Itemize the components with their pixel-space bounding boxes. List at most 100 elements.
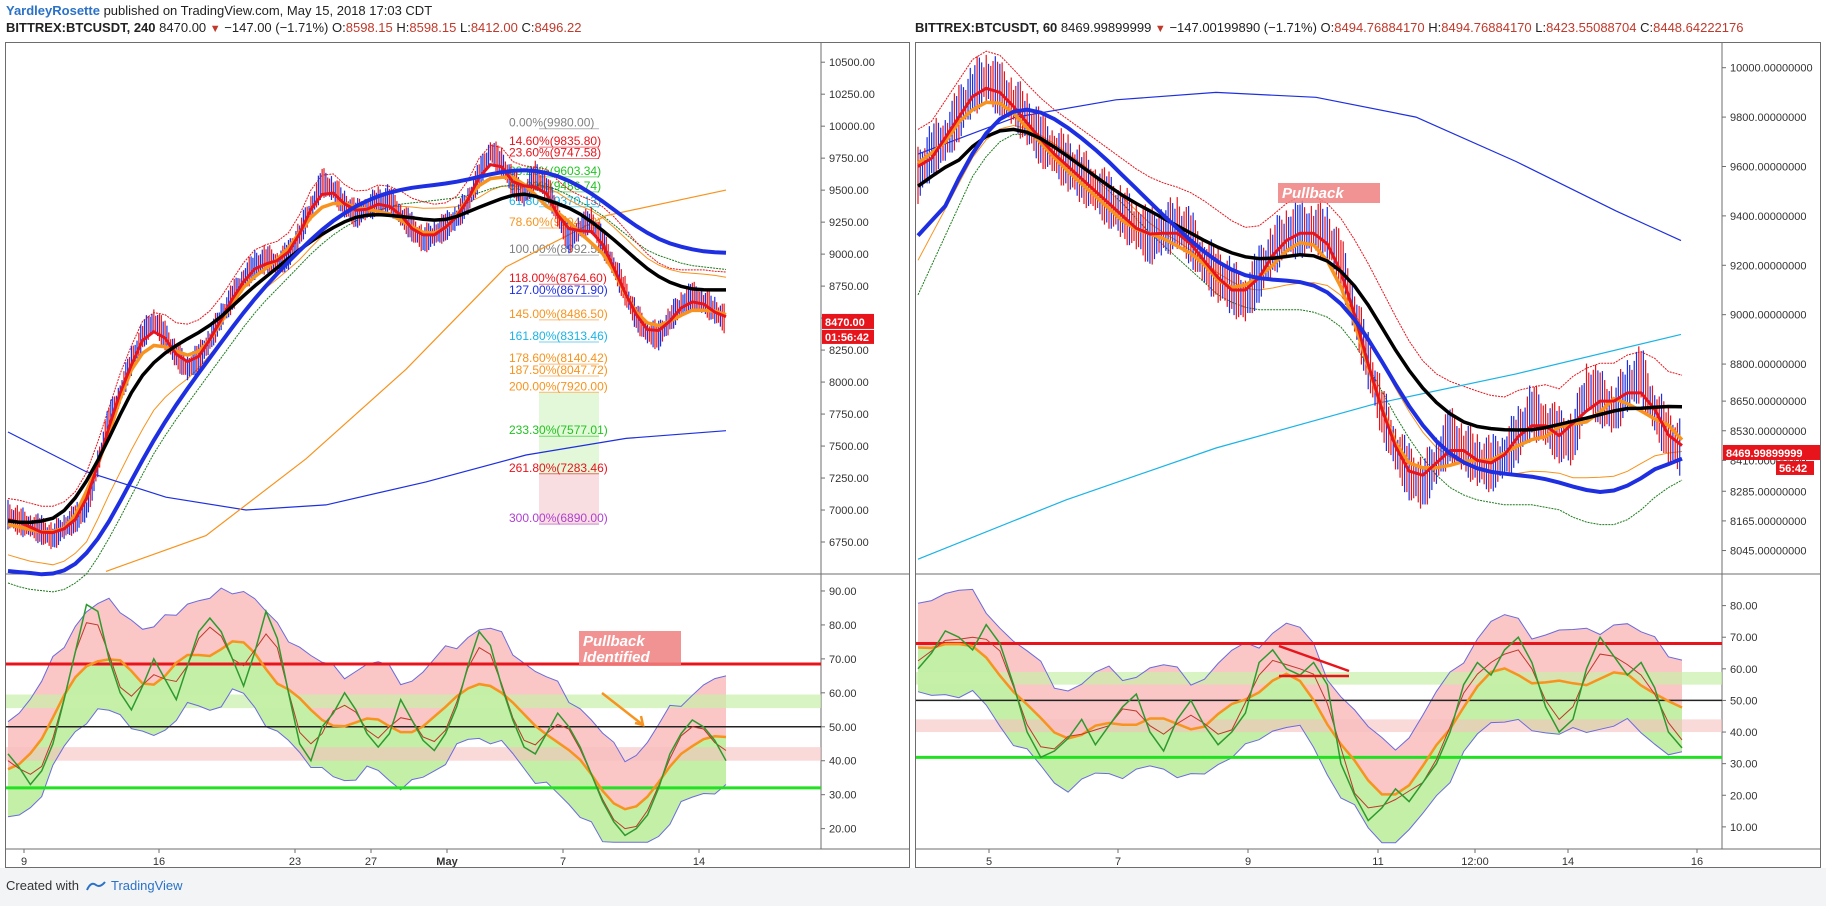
publish-header: YardleyRosette published on TradingView.… [6, 3, 432, 18]
left-h-label: H: [396, 20, 410, 35]
x-tick-label: 14 [693, 856, 705, 868]
ma-black [7, 192, 726, 525]
y-tick-label: 8530.00000000 [1730, 426, 1806, 438]
rsi-y-tick-label: 60.00 [829, 688, 857, 700]
price-badge-label: 8469.99899999 [1726, 448, 1802, 460]
rsi-y-tick-label: 50.00 [1730, 695, 1758, 707]
y-tick-label: 9200.00000000 [1730, 260, 1806, 272]
fib-label: 145.00%(8486.50) [509, 307, 608, 321]
right-chart-panel[interactable]: 10000.00000000 9800.00000000 9600.00000000… [915, 42, 1821, 868]
y-tick-label: 7000.00 [829, 505, 869, 517]
y-tick-label: 9000.00 [829, 249, 869, 261]
rsi-y-tick-label: 60.00 [1730, 664, 1758, 676]
ma-red [7, 162, 727, 535]
tradingview-brand: TradingView [110, 878, 183, 893]
y-tick-label: 8000.00 [829, 377, 869, 389]
fib-label: 127.00%(8671.90) [509, 283, 608, 297]
created-with-text: Created with [6, 878, 79, 893]
fib-label: 0.00%(9980.00) [509, 116, 594, 130]
y-tick-label: 9600.00000000 [1730, 161, 1806, 173]
ma-orange [916, 100, 1684, 470]
rsi-y-tick-label: 80.00 [829, 620, 857, 632]
right-change: −147.00199890 (−1.71%) [1169, 20, 1317, 35]
x-tick-label: 7 [1115, 856, 1121, 868]
y-tick-label: 7750.00 [829, 409, 869, 421]
ma-blue [916, 107, 1683, 495]
fib-label: 161.80%(8313.46) [509, 329, 608, 343]
right-o-value: 8494.76884170 [1334, 20, 1425, 35]
right-title-row: BITTREX:BTCUSDT, 60 8469.99899999 ▼ −147… [915, 20, 1743, 35]
y-tick-label: 8165.00000000 [1730, 516, 1806, 528]
rsi-y-tick-label: 70.00 [1730, 632, 1758, 644]
x-tick-label: 27 [365, 856, 377, 868]
right-chart-svg[interactable]: 10000.00000000 9800.00000000 9600.00000000… [916, 43, 1821, 868]
fib-label: 23.60%(9747.58) [509, 145, 601, 159]
tradingview-link[interactable]: TradingView [85, 878, 183, 893]
fib-label: 261.80%(7283.46) [509, 461, 608, 475]
left-c-label: C: [521, 20, 535, 35]
y-tick-label: 10250.00 [829, 89, 875, 101]
price-badge-label: 8470.00 [825, 317, 865, 329]
rsi-y-tick-label: 80.00 [1730, 601, 1758, 613]
time-badge-label: 56:42 [1779, 463, 1807, 475]
y-tick-label: 9500.00 [829, 185, 869, 197]
left-c-value: 8496.22 [534, 20, 582, 35]
footer-bar [0, 868, 1826, 906]
rsi-y-tick-label: 40.00 [829, 756, 857, 768]
ma-orange-long [105, 189, 727, 572]
ma-orange [7, 175, 727, 534]
rsi-y-tick-label: 20.00 [829, 824, 857, 836]
left-chart-panel[interactable]: 10500.00 10250.00 10000.00 9750.00 9500.00 92… [5, 42, 910, 868]
fib-label: 200.00%(7920.00) [509, 379, 608, 393]
time-badge-label: 01:56:42 [825, 332, 869, 344]
x-tick-label: 9 [1245, 856, 1251, 868]
left-chart-svg[interactable]: 10500.0010250.0010000.009750.009500.0092… [6, 43, 910, 868]
y-tick-label: 9250.00 [829, 217, 869, 229]
page: YardleyRosette published on TradingView.… [0, 0, 1826, 906]
right-last: 8469.99899999 [1060, 20, 1152, 35]
ma-black [916, 127, 1683, 432]
down-triangle-icon: ▼ [209, 23, 221, 35]
left-symbol: BITTREX:BTCUSDT, 240 [6, 20, 156, 35]
ma-navy-long [7, 430, 727, 511]
x-tick-label: 14 [1562, 856, 1574, 868]
y-tick-label: 7500.00 [829, 441, 869, 453]
y-tick-label: 10000.00 [829, 121, 875, 133]
x-tick-label: 9 [21, 856, 27, 868]
right-symbol: BITTREX:BTCUSDT, 60 [915, 20, 1058, 35]
published-text: published on TradingView.com, May 15, 20… [103, 3, 433, 18]
y-tick-label: 8800.00000000 [1730, 359, 1806, 371]
y-tick-label: 8045.00000000 [1730, 546, 1806, 558]
left-o-value: 8598.15 [345, 20, 393, 35]
left-h-value: 8598.15 [409, 20, 457, 35]
left-title-row: BITTREX:BTCUSDT, 240 8470.00 ▼ −147.00 (… [6, 20, 581, 35]
author-link[interactable]: YardleyRosette [6, 3, 100, 18]
right-o-label: O: [1320, 20, 1335, 35]
y-tick-label: 8750.00 [829, 281, 869, 293]
right-l-value: 8423.55088704 [1546, 20, 1637, 35]
annotation-label: Pullback [1282, 185, 1344, 202]
y-tick-label: 9400.00000000 [1730, 211, 1806, 223]
x-tick-label: May [436, 856, 458, 868]
down-triangle-icon: ▼ [1154, 23, 1166, 35]
rsi-y-tick-label: 40.00 [1730, 727, 1758, 739]
right-c-label: C: [1640, 20, 1654, 35]
y-tick-label: 9750.00 [829, 153, 869, 165]
rsi-y-tick-label: 90.00 [829, 586, 857, 598]
x-tick-label: 7 [560, 856, 566, 868]
rsi-y-tick-label: 70.00 [829, 654, 857, 666]
right-h-label: H: [1428, 20, 1442, 35]
left-change: −147.00 (−1.71%) [224, 20, 329, 35]
y-tick-label: 8650.00000000 [1730, 396, 1806, 408]
x-tick-label: 12:00 [1461, 856, 1489, 868]
rsi-y-tick-label: 10.00 [1730, 822, 1758, 834]
right-h-value: 8494.76884170 [1441, 20, 1532, 35]
y-tick-label: 8250.00 [829, 345, 869, 357]
y-tick-label: 10500.00 [829, 57, 875, 69]
rsi-zone [6, 747, 821, 761]
x-tick-label: 5 [986, 856, 992, 868]
fib-label: 233.30%(7577.01) [509, 423, 608, 437]
x-tick-label: 16 [153, 856, 165, 868]
y-tick-label: 9000.00000000 [1730, 310, 1806, 322]
right-c-value: 8448.64222176 [1653, 20, 1744, 35]
